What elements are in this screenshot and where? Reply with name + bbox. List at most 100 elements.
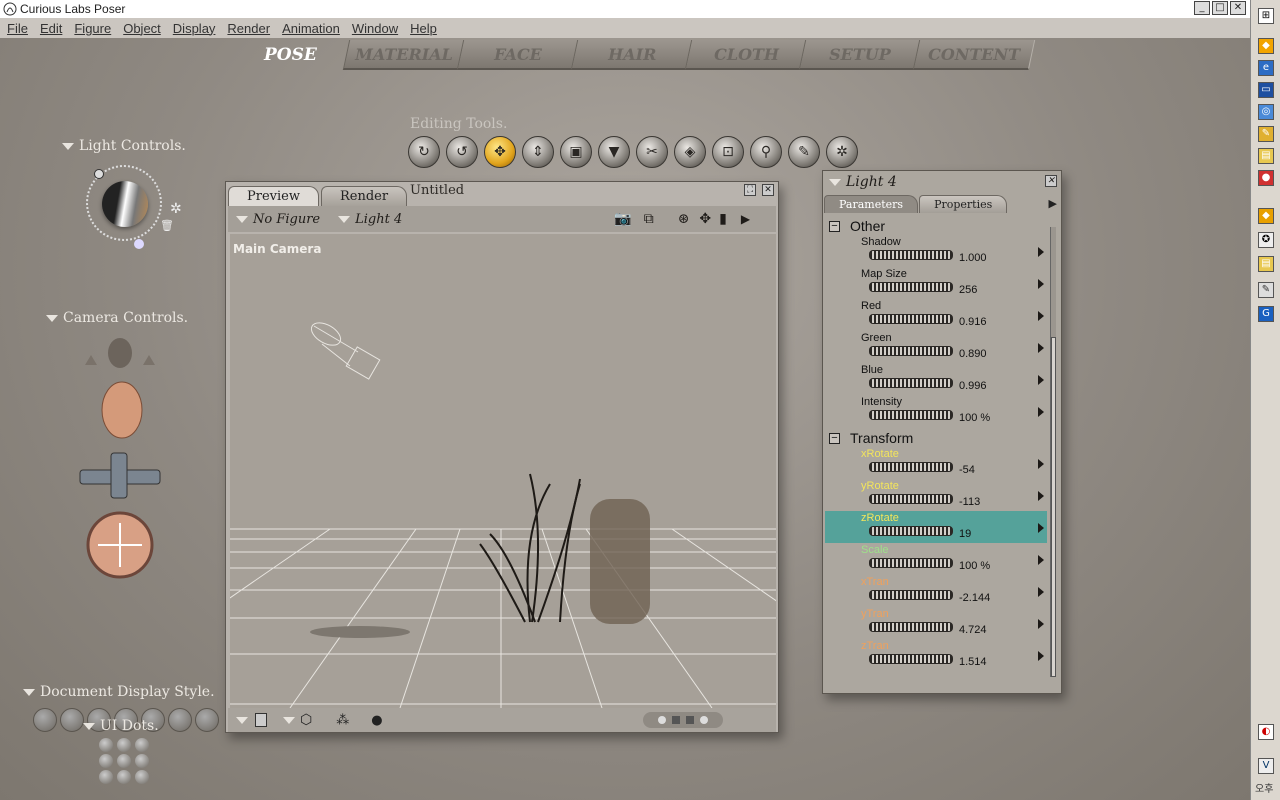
internet-explorer-icon[interactable]: e — [1258, 60, 1274, 76]
spotlight-wireframe[interactable] — [308, 318, 381, 380]
close-parameters-icon[interactable]: ✕ — [1045, 175, 1057, 187]
windows-start-icon[interactable]: ⊞ — [1258, 8, 1274, 24]
parameter-row-map-size[interactable]: Map Size 256 — [825, 267, 1047, 299]
tracking-mode-buttons[interactable] — [642, 712, 723, 728]
network-icon[interactable]: ◎ — [1258, 104, 1274, 120]
parameter-row-scale[interactable]: Scale 100 % — [825, 543, 1047, 575]
parameter-menu-arrow-icon[interactable] — [1038, 619, 1044, 629]
parameter-dial[interactable] — [869, 558, 953, 568]
close-document-icon[interactable]: ✕ — [762, 184, 774, 196]
parameter-menu-arrow-icon[interactable] — [1038, 311, 1044, 321]
light-properties-icon[interactable]: ✲ — [170, 201, 182, 217]
menu-file[interactable]: File — [0, 21, 33, 36]
tab-pose[interactable]: POSE — [229, 40, 351, 70]
menu-help[interactable]: Help — [403, 21, 442, 36]
antivirus-icon[interactable]: V — [1258, 758, 1274, 774]
parameter-row-intensity[interactable]: Intensity 100 % — [825, 395, 1047, 427]
figure-menu[interactable]: No Figure — [253, 212, 320, 227]
face-camera-icon[interactable] — [108, 338, 132, 368]
ui-dot[interactable] — [99, 738, 113, 752]
parameter-menu-arrow-icon[interactable] — [1038, 343, 1044, 353]
ui-dot[interactable] — [135, 738, 149, 752]
tab-properties[interactable]: Properties — [919, 195, 1008, 213]
flat-lined-style-icon[interactable] — [195, 708, 219, 732]
magnifier-icon[interactable]: ⚲ — [750, 136, 782, 168]
translate-in-out-icon[interactable]: ⇕ — [522, 136, 554, 168]
actor-menu-triangle-icon[interactable] — [829, 178, 841, 186]
menu-display[interactable]: Display — [166, 21, 221, 36]
camera-from-view-icon[interactable]: ⧉ — [644, 211, 654, 227]
spheres-display-icon[interactable]: ⁂ — [336, 713, 349, 728]
morph-tool-icon[interactable]: ✎ — [788, 136, 820, 168]
parameter-dial[interactable] — [869, 462, 953, 472]
scrollbar-thumb[interactable] — [1051, 337, 1056, 677]
select-camera-icon[interactable]: 📷 — [614, 211, 631, 227]
parameter-row-zrotate[interactable]: zRotate 19 — [825, 511, 1047, 543]
explorer-task-icon[interactable]: ▤ — [1258, 256, 1274, 272]
parameters-actor-title[interactable]: Light 4 — [846, 174, 897, 190]
tab-parameters[interactable]: Parameters — [824, 195, 919, 213]
move-view-icon[interactable]: ✥ — [699, 211, 711, 227]
tab-material[interactable]: MATERIAL — [342, 40, 466, 70]
ui-dot[interactable] — [135, 770, 149, 784]
paint-task-icon[interactable]: ✎ — [1258, 282, 1274, 298]
parameter-row-yrotate[interactable]: yRotate -113 — [825, 479, 1047, 511]
parameter-row-shadow[interactable]: Shadow 1.000 — [825, 235, 1047, 267]
camera-controls-label[interactable]: Camera Controls. — [46, 310, 188, 326]
app-task-icon[interactable]: G — [1258, 306, 1274, 322]
figure-menu-triangle-icon[interactable] — [236, 215, 248, 223]
parameter-value[interactable]: 1.000 — [959, 252, 987, 264]
viewport-main-camera[interactable]: Main Camera — [230, 234, 776, 708]
light-control-ball[interactable]: ✲ 🗑 — [86, 165, 182, 249]
right-hand-camera-icon[interactable] — [143, 355, 155, 365]
parameter-row-red[interactable]: Red 0.916 — [825, 299, 1047, 331]
parameter-dial[interactable] — [869, 314, 953, 324]
delete-light-icon[interactable]: 🗑 — [160, 219, 174, 232]
parameter-dial[interactable] — [869, 378, 953, 388]
document-style-icon[interactable] — [255, 713, 267, 727]
ui-dot[interactable] — [135, 754, 149, 768]
parameter-value[interactable]: 1.514 — [959, 656, 987, 668]
tab-preview[interactable]: Preview — [228, 186, 319, 206]
display-style-menu-icon[interactable] — [236, 716, 248, 724]
parameter-value[interactable]: 100 % — [959, 412, 990, 424]
tab-hair[interactable]: HAIR — [570, 40, 694, 70]
ui-dot[interactable] — [117, 738, 131, 752]
light-controls-label[interactable]: Light Controls. — [62, 138, 186, 154]
parameter-group-other[interactable]: − Other — [825, 217, 1047, 235]
menu-render[interactable]: Render — [220, 21, 275, 36]
menu-edit[interactable]: Edit — [33, 21, 67, 36]
tracking-dot-icon[interactable] — [685, 716, 694, 724]
parameter-dial[interactable] — [869, 494, 953, 504]
color-tool-icon[interactable]: ◈ — [674, 136, 706, 168]
parameter-dial[interactable] — [869, 346, 953, 356]
cube-display-icon[interactable]: ⬡ — [300, 712, 312, 728]
parameter-row-green[interactable]: Green 0.890 — [825, 331, 1047, 363]
parameter-dial[interactable] — [869, 250, 953, 260]
left-hand-camera-icon[interactable] — [85, 355, 97, 365]
parameter-menu-arrow-icon[interactable] — [1038, 375, 1044, 385]
folder-icon[interactable]: ▤ — [1258, 148, 1274, 164]
parameter-dial[interactable] — [869, 282, 953, 292]
menu-object[interactable]: Object — [116, 21, 166, 36]
app-launcher-icon[interactable]: ◆ — [1258, 38, 1274, 54]
scale-tool-icon[interactable]: ▣ — [560, 136, 592, 168]
app-shortcut-icon[interactable]: ◆ — [1258, 208, 1274, 224]
parameter-dial[interactable] — [869, 622, 953, 632]
parameters-options-arrow-icon[interactable]: ▶ — [1049, 195, 1057, 213]
parameter-group-transform[interactable]: − Transform — [825, 429, 1047, 447]
parameter-menu-arrow-icon[interactable] — [1038, 651, 1044, 661]
rotate-tool-icon[interactable]: ↻ — [408, 136, 440, 168]
ui-dot[interactable] — [117, 754, 131, 768]
parameter-value[interactable]: -54 — [959, 464, 975, 476]
parameter-row-xtran[interactable]: xTran -2.144 — [825, 575, 1047, 607]
poser-task-icon[interactable]: ✪ — [1258, 232, 1274, 248]
flat-shaded-style-icon[interactable] — [168, 708, 192, 732]
minimize-button[interactable]: _ — [1194, 1, 1210, 15]
move-camera-xz-icon[interactable] — [79, 452, 161, 499]
tab-cloth[interactable]: CLOTH — [684, 40, 808, 70]
parameter-value[interactable]: -2.144 — [959, 592, 990, 604]
grouping-tool-icon[interactable]: ⊡ — [712, 136, 744, 168]
parameter-dial[interactable] — [869, 590, 953, 600]
plant-object[interactable] — [479, 473, 581, 623]
